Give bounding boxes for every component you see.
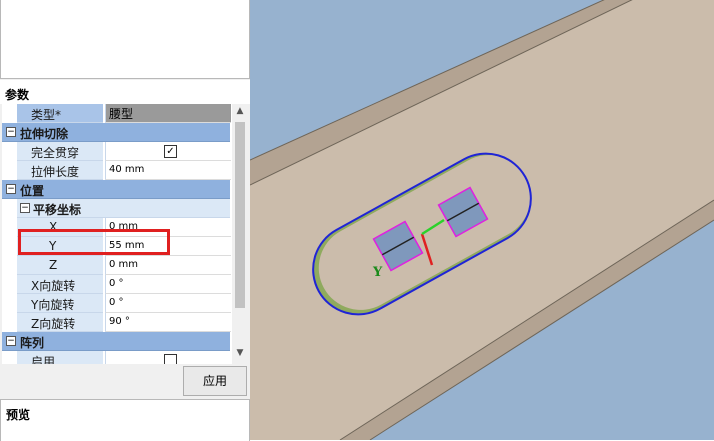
z-rotation-row[interactable]: Z向旋转 90 ° — [2, 313, 231, 332]
enable-label: 启用 — [31, 355, 56, 364]
z-rotation-label: Z向旋转 — [31, 317, 76, 331]
collapse-icon[interactable]: − — [6, 336, 16, 346]
3d-viewport[interactable]: Y — [250, 0, 714, 440]
parameters-panel: 参数 类型* 腰型 − 拉伸切除 完全贯穿 ✓ 拉伸长度 40 mm − 位置 … — [0, 0, 250, 441]
category-extrude-cut[interactable]: − 拉伸切除 — [2, 123, 230, 142]
vertical-scrollbar[interactable]: ▲ ▼ — [232, 104, 248, 364]
through-all-checkbox[interactable]: ✓ — [164, 145, 177, 158]
scroll-down-icon[interactable]: ▼ — [232, 348, 248, 362]
scroll-thumb[interactable] — [235, 122, 245, 308]
collapse-icon[interactable]: − — [20, 203, 30, 213]
preview-title: 预览 — [6, 408, 31, 422]
z-row[interactable]: Z 0 mm — [2, 256, 231, 275]
translate-label: 平移坐标 — [33, 203, 82, 217]
feature-tree-area — [0, 0, 250, 79]
extrude-length-value[interactable]: 40 mm — [109, 164, 144, 175]
type-row[interactable]: 类型* 腰型 — [2, 104, 231, 123]
collapse-icon[interactable]: − — [6, 184, 16, 194]
enable-row[interactable]: 启用 — [2, 351, 231, 364]
category-array-label: 阵列 — [20, 336, 45, 350]
category-position[interactable]: − 位置 — [2, 180, 230, 199]
enable-checkbox[interactable] — [164, 354, 177, 364]
through-all-row[interactable]: 完全贯穿 ✓ — [2, 142, 231, 161]
z-label: Z — [49, 258, 58, 272]
params-title: 参数 — [5, 88, 30, 102]
translate-subcategory[interactable]: − 平移坐标 — [2, 199, 230, 218]
highlight-box — [18, 229, 170, 255]
x-rotation-label: X向旋转 — [31, 279, 76, 293]
extrude-length-label: 拉伸长度 — [31, 165, 80, 179]
extrude-length-row[interactable]: 拉伸长度 40 mm — [2, 161, 231, 180]
scroll-up-icon[interactable]: ▲ — [232, 106, 248, 120]
apply-button[interactable]: 应用 — [183, 366, 247, 396]
y-rotation-row[interactable]: Y向旋转 0 ° — [2, 294, 231, 313]
z-rotation-value[interactable]: 90 ° — [109, 316, 130, 327]
y-rotation-label: Y向旋转 — [31, 298, 75, 312]
axis-y-label: Y — [372, 265, 383, 280]
preview-area: 预览 — [0, 399, 250, 441]
viewport-canvas: Y — [250, 0, 714, 440]
z-value[interactable]: 0 mm — [109, 259, 138, 270]
x-rotation-value[interactable]: 0 ° — [109, 278, 124, 289]
x-rotation-row[interactable]: X向旋转 0 ° — [2, 275, 231, 294]
category-position-label: 位置 — [20, 184, 45, 198]
y-rotation-value[interactable]: 0 ° — [109, 297, 124, 308]
through-all-label: 完全贯穿 — [31, 146, 80, 160]
collapse-icon[interactable]: − — [6, 127, 16, 137]
params-header: 参数 — [0, 80, 250, 104]
category-array[interactable]: − 阵列 — [2, 332, 230, 351]
type-label: 类型* — [31, 108, 62, 122]
type-value[interactable]: 腰型 — [109, 105, 133, 122]
category-extrude-cut-label: 拉伸切除 — [20, 127, 69, 141]
